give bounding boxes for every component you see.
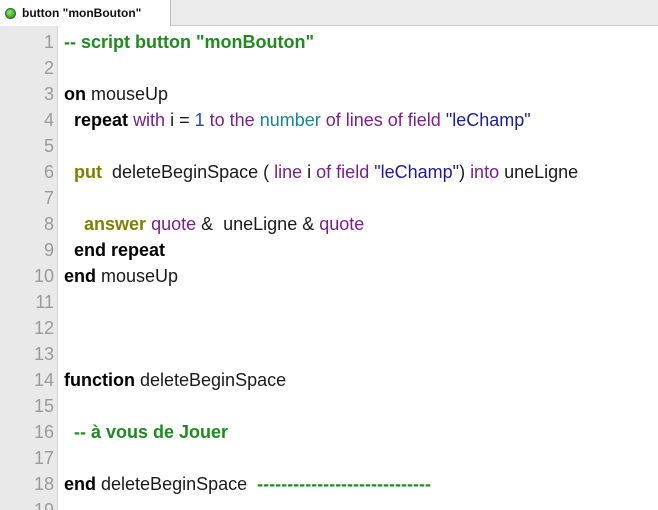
- line-number: 14: [33, 370, 54, 390]
- line-number: 7: [43, 188, 54, 208]
- code-line[interactable]: 7: [0, 185, 658, 211]
- line-number: 19: [33, 500, 54, 510]
- line-number: 8: [43, 214, 54, 234]
- code-line[interactable]: 18 end deleteBeginSpace -----------------…: [0, 471, 658, 497]
- line-number: 16: [33, 422, 54, 442]
- code-token: uneLigne: [499, 162, 579, 182]
- code-line[interactable]: 8 answer quote & uneLigne & quote: [0, 211, 658, 237]
- line-number: 11: [35, 292, 54, 312]
- line-number: 6: [43, 162, 54, 182]
- code-line[interactable]: 6 put deleteBeginSpace ( line i of field…: [0, 159, 658, 185]
- code-token: quote: [319, 214, 365, 234]
- code-token: end repeat: [74, 240, 166, 260]
- code-token: put: [74, 162, 102, 182]
- code-token: number: [259, 110, 321, 130]
- code-token: with: [133, 110, 166, 130]
- tab-button-monbouton[interactable]: button "monBouton": [0, 0, 171, 26]
- tab-bar: button "monBouton": [0, 0, 658, 26]
- code-token: -- à vous de Jouer: [74, 422, 229, 442]
- code-token: -- script button "monBouton": [64, 32, 315, 52]
- code-token: line: [274, 162, 303, 182]
- code-line[interactable]: 3 on mouseUp: [0, 81, 658, 107]
- line-code[interactable]: function deleteBeginSpace: [64, 370, 286, 390]
- code-token: i: [302, 162, 317, 182]
- code-line[interactable]: 16 -- à vous de Jouer: [0, 419, 658, 445]
- line-number: 13: [33, 344, 54, 364]
- code-line[interactable]: 5: [0, 133, 658, 159]
- code-token: 1: [194, 110, 205, 130]
- code-token: deleteBeginSpace: [134, 370, 287, 390]
- line-code[interactable]: -- à vous de Jouer: [64, 422, 228, 442]
- code-line[interactable]: 10 end mouseUp: [0, 263, 658, 289]
- code-line[interactable]: 15: [0, 393, 658, 419]
- line-number: 2: [43, 58, 54, 78]
- code-token: "leChamp": [374, 162, 460, 182]
- code-token: on: [64, 84, 86, 104]
- code-line[interactable]: 17: [0, 445, 658, 471]
- code-line[interactable]: 1 -- script button "monBouton": [0, 29, 658, 55]
- code-token: to the: [209, 110, 255, 130]
- code-token: repeat: [74, 110, 129, 130]
- line-number: 1: [43, 32, 54, 52]
- code-line[interactable]: 13: [0, 341, 658, 367]
- code-token: into: [470, 162, 500, 182]
- line-number: 10: [33, 266, 54, 286]
- line-number: 3: [43, 84, 54, 104]
- code-token: -----------------------------: [257, 474, 431, 494]
- line-number: 9: [43, 240, 54, 260]
- code-token: mouseUp: [86, 84, 169, 104]
- code-line[interactable]: 12: [0, 315, 658, 341]
- code-line[interactable]: 19: [0, 497, 658, 510]
- line-code[interactable]: answer quote & uneLigne & quote: [64, 214, 364, 234]
- line-code[interactable]: put deleteBeginSpace ( line i of field "…: [64, 162, 578, 182]
- code-line[interactable]: 11: [0, 289, 658, 315]
- status-dot-icon: [5, 7, 16, 19]
- line-code[interactable]: repeat with i = 1 to the number of lines…: [64, 110, 531, 130]
- code-token: mouseUp: [96, 266, 179, 286]
- line-code[interactable]: end repeat: [64, 240, 165, 260]
- tab-title: button "monBouton": [22, 6, 142, 20]
- code-token: deleteBeginSpace: [96, 474, 258, 494]
- line-number: 12: [33, 318, 54, 338]
- code-token: quote: [151, 214, 197, 234]
- code-token: function: [64, 370, 135, 390]
- code-token: deleteBeginSpace (: [102, 162, 275, 182]
- code-token: "leChamp": [445, 110, 531, 130]
- code-line[interactable]: 4 repeat with i = 1 to the number of lin…: [0, 107, 658, 133]
- line-number: 15: [33, 396, 54, 416]
- line-code[interactable]: end mouseUp: [64, 266, 178, 286]
- line-code[interactable]: -- script button "monBouton": [64, 32, 314, 52]
- code-token: of field: [316, 162, 370, 182]
- line-number: 18: [33, 474, 54, 494]
- script-editor[interactable]: 1 -- script button "monBouton" 2 3 on mouseU…: [0, 26, 658, 510]
- code-token: of lines of field: [325, 110, 441, 130]
- code-token: end: [64, 474, 97, 494]
- line-number: 5: [43, 136, 54, 156]
- line-code[interactable]: on mouseUp: [64, 84, 168, 104]
- code-token: ): [459, 162, 471, 182]
- code-token: end: [64, 266, 97, 286]
- code-token: i =: [165, 110, 195, 130]
- code-token: & uneLigne &: [196, 214, 320, 234]
- code-line[interactable]: 2: [0, 55, 658, 81]
- code-line[interactable]: 14 function deleteBeginSpace: [0, 367, 658, 393]
- line-number: 17: [33, 448, 54, 468]
- code-token: answer: [84, 214, 147, 234]
- line-number: 4: [43, 110, 54, 130]
- line-code[interactable]: end deleteBeginSpace -------------------…: [64, 474, 431, 494]
- code-line[interactable]: 9 end repeat: [0, 237, 658, 263]
